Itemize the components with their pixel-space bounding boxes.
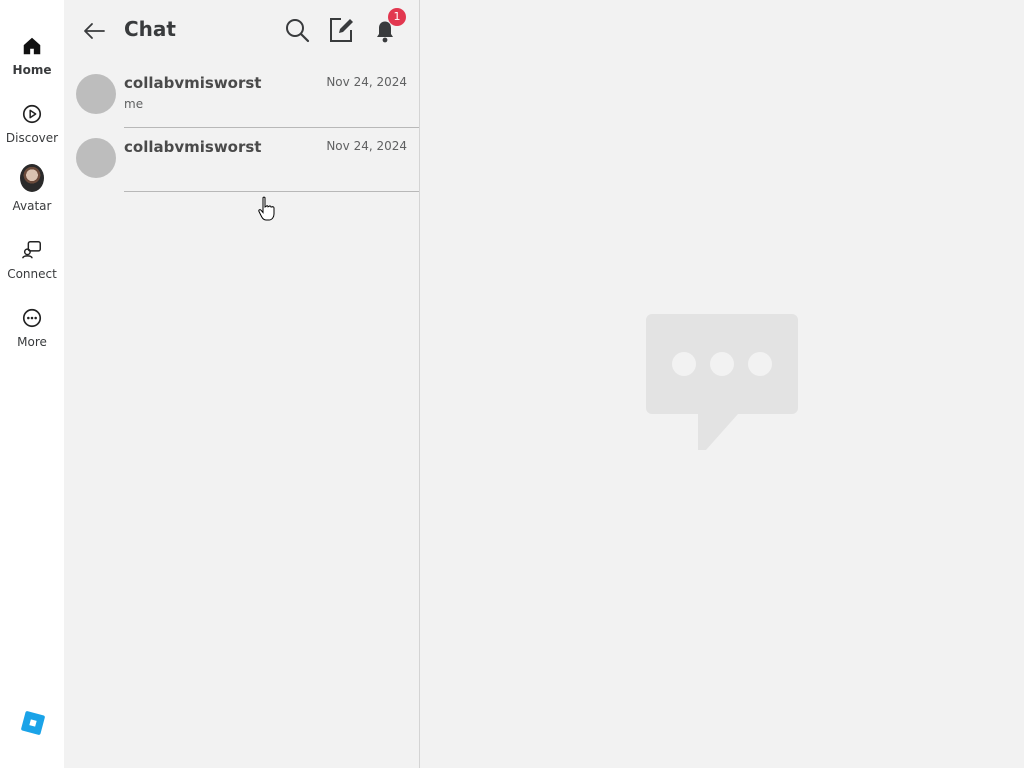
nav-item-home[interactable]: Home <box>0 34 64 94</box>
nav-item-more[interactable]: More <box>0 306 64 366</box>
conversation-date: Nov 24, 2024 <box>326 75 407 89</box>
compose-button[interactable] <box>327 16 355 44</box>
notification-badge: 1 <box>388 8 406 26</box>
nav-item-avatar[interactable]: Avatar <box>0 164 64 226</box>
avatar-icon <box>20 164 44 192</box>
conversation-name: collabvmisworst <box>124 138 262 156</box>
roblox-logo-icon[interactable] <box>21 711 45 735</box>
more-icon <box>20 306 44 330</box>
avatar <box>76 138 116 178</box>
nav-item-connect[interactable]: Connect <box>0 238 64 298</box>
play-circle-icon <box>20 102 44 126</box>
conversation-pane <box>420 0 1024 768</box>
left-nav: Home Discover Avatar Connect More <box>0 0 64 768</box>
chat-bubble-icon <box>646 314 798 454</box>
chat-header: Chat 1 <box>64 0 419 60</box>
avatar <box>76 74 116 114</box>
conversation-name: collabvmisworst <box>124 74 262 92</box>
chat-list-panel: Chat 1 collabvmisworst Nov 24, 2024 me c… <box>64 0 420 768</box>
conversation-date: Nov 24, 2024 <box>326 139 407 153</box>
search-button[interactable] <box>283 16 311 44</box>
nav-label-connect: Connect <box>7 267 57 281</box>
nav-label-more: More <box>17 335 47 349</box>
hand-cursor-icon <box>257 196 277 222</box>
nav-label-home: Home <box>12 63 52 77</box>
nav-label-discover: Discover <box>5 131 59 145</box>
conversation-row[interactable]: collabvmisworst Nov 24, 2024 me <box>64 64 419 128</box>
back-button[interactable] <box>81 18 107 44</box>
search-icon <box>286 19 310 43</box>
connect-icon <box>20 238 44 262</box>
nav-item-discover[interactable]: Discover <box>0 102 64 162</box>
nav-label-avatar: Avatar <box>12 199 52 213</box>
row-divider <box>124 191 419 192</box>
conversation-preview: me <box>124 97 144 111</box>
app-window: Home Discover Avatar Connect More Chat 1… <box>0 0 1024 768</box>
arrow-left-icon <box>84 23 105 39</box>
page-title: Chat <box>124 17 176 41</box>
home-icon <box>20 34 44 58</box>
compose-icon <box>330 18 353 42</box>
conversation-row[interactable]: collabvmisworst Nov 24, 2024 <box>64 128 419 192</box>
